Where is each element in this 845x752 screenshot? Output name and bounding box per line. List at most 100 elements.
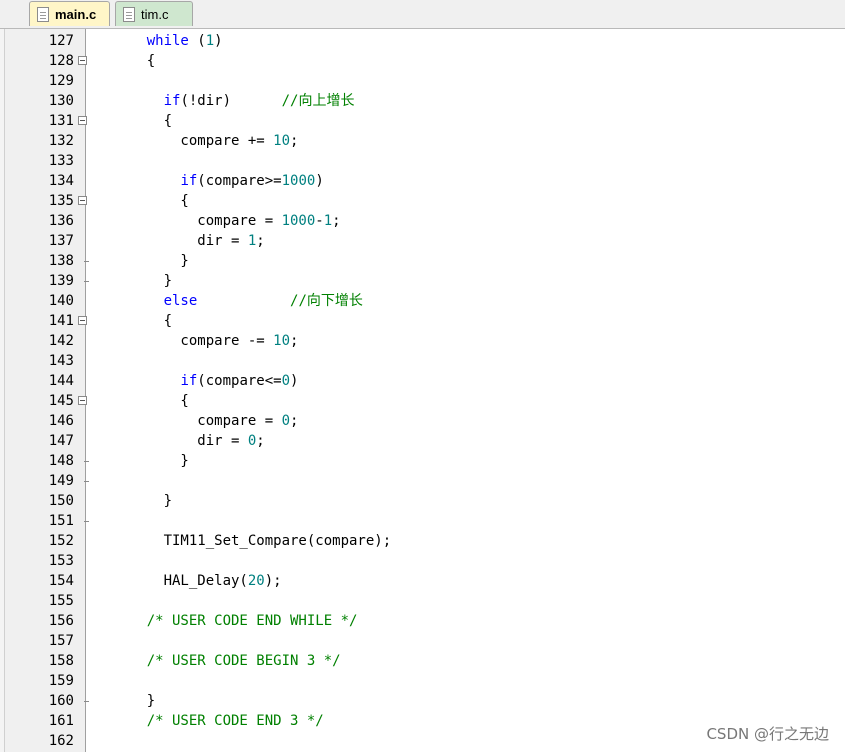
code-line[interactable]: 144 if(compare<=0) — [0, 371, 845, 391]
tab-label: tim.c — [141, 6, 169, 22]
code-token: compare -= — [113, 333, 274, 349]
code-line[interactable]: 131 { — [0, 111, 845, 131]
code-line[interactable]: 146 compare = 0; — [0, 411, 845, 431]
code-line[interactable]: 154 HAL_Delay(20); — [0, 571, 845, 591]
code-line[interactable]: 147 dir = 0; — [0, 431, 845, 451]
code-token: ; — [256, 433, 265, 449]
code-token: ( — [188, 33, 206, 49]
code-token: { — [113, 113, 173, 129]
code-token: ) — [290, 373, 299, 389]
code-token: { — [113, 193, 189, 209]
code-token: } — [113, 453, 189, 469]
code-line[interactable]: 148 } — [0, 451, 845, 471]
line-number: 152 — [48, 533, 74, 549]
line-number: 129 — [48, 73, 74, 89]
line-number: 133 — [48, 153, 74, 169]
file-icon — [123, 6, 135, 22]
code-token: ) — [214, 33, 223, 49]
code-line[interactable]: 142 compare -= 10; — [0, 331, 845, 351]
code-line[interactable]: 130 if(!dir) //向上增长 — [0, 91, 845, 111]
code-line[interactable]: 157 — [0, 631, 845, 651]
code-line[interactable]: 138 } — [0, 251, 845, 271]
code-token: /* USER CODE END 3 */ — [146, 713, 324, 729]
code-token: else — [163, 293, 198, 309]
code-line[interactable]: 155 — [0, 591, 845, 611]
code-text: dir = 1; — [113, 231, 264, 251]
code-token: ) — [315, 173, 324, 189]
code-text: if(compare<=0) — [113, 371, 298, 391]
code-text: if(!dir) //向上增长 — [113, 91, 355, 111]
code-line[interactable]: 141 { — [0, 311, 845, 331]
code-text: compare = 0; — [113, 411, 298, 431]
line-number: 139 — [48, 273, 74, 289]
code-line[interactable]: 128 { — [0, 51, 845, 71]
fold-collapse-icon[interactable] — [78, 196, 87, 205]
code-token: //向上增长 — [281, 93, 355, 109]
fold-end-marker-icon — [84, 461, 89, 462]
code-token: (compare<= — [197, 373, 282, 389]
watermark: CSDN @行之无边 — [706, 725, 829, 743]
fold-end-marker-icon — [84, 281, 89, 282]
code-text: } — [113, 251, 188, 271]
fold-end-marker-icon — [84, 521, 89, 522]
line-number: 155 — [48, 593, 74, 609]
code-text: /* USER CODE END 3 */ — [113, 711, 324, 731]
line-number: 147 — [48, 433, 74, 449]
code-line[interactable]: 137 dir = 1; — [0, 231, 845, 251]
code-token: compare = — [113, 213, 282, 229]
code-line[interactable]: 133 — [0, 151, 845, 171]
fold-collapse-icon[interactable] — [78, 56, 87, 65]
code-line[interactable]: 139 } — [0, 271, 845, 291]
code-line[interactable]: 129 — [0, 71, 845, 91]
line-number: 135 — [48, 193, 74, 209]
line-number: 146 — [48, 413, 74, 429]
code-token: } — [113, 273, 173, 289]
code-token: ; — [290, 333, 299, 349]
fold-collapse-icon[interactable] — [78, 116, 87, 125]
code-token: while — [146, 33, 189, 49]
code-line[interactable]: 158 /* USER CODE BEGIN 3 */ — [0, 651, 845, 671]
code-line[interactable]: 149 — [0, 471, 845, 491]
code-line[interactable]: 151 — [0, 511, 845, 531]
code-line[interactable]: 136 compare = 1000-1; — [0, 211, 845, 231]
file-icon — [37, 6, 49, 22]
code-text: } — [113, 491, 172, 511]
line-number: 141 — [48, 313, 74, 329]
line-number: 154 — [48, 573, 74, 589]
tab-main-c[interactable]: main.c — [29, 1, 110, 26]
code-text: } — [113, 691, 155, 711]
code-line[interactable]: 160 } — [0, 691, 845, 711]
code-line[interactable]: 152 TIM11_Set_Compare(compare); — [0, 531, 845, 551]
code-token: dir = — [113, 233, 248, 249]
code-line[interactable]: 132 compare += 10; — [0, 131, 845, 151]
code-token: (compare>= — [197, 173, 282, 189]
code-line[interactable]: 159 — [0, 671, 845, 691]
line-number: 156 — [48, 613, 74, 629]
code-text: compare -= 10; — [113, 331, 298, 351]
code-line[interactable]: 140 else //向下增长 — [0, 291, 845, 311]
code-token: 1 — [323, 213, 333, 229]
code-text: dir = 0; — [113, 431, 265, 451]
line-number: 158 — [48, 653, 74, 669]
line-number: 148 — [48, 453, 74, 469]
code-line[interactable]: 127 while (1) — [0, 31, 845, 51]
code-line[interactable]: 153 — [0, 551, 845, 571]
code-line[interactable]: 135 { — [0, 191, 845, 211]
code-token: - — [315, 213, 324, 229]
code-line[interactable]: 134 if(compare>=1000) — [0, 171, 845, 191]
line-number: 137 — [48, 233, 74, 249]
code-line[interactable]: 145 { — [0, 391, 845, 411]
fold-collapse-icon[interactable] — [78, 316, 87, 325]
fold-collapse-icon[interactable] — [78, 396, 87, 405]
tab-tim-c[interactable]: tim.c — [115, 1, 193, 26]
code-line[interactable]: 150 } — [0, 491, 845, 511]
code-token: //向下增长 — [290, 293, 363, 309]
line-number: 136 — [48, 213, 74, 229]
code-line[interactable]: 143 — [0, 351, 845, 371]
code-line[interactable]: 156 /* USER CODE END WHILE */ — [0, 611, 845, 631]
code-token: 10 — [273, 133, 291, 149]
fold-end-marker-icon — [84, 261, 89, 262]
